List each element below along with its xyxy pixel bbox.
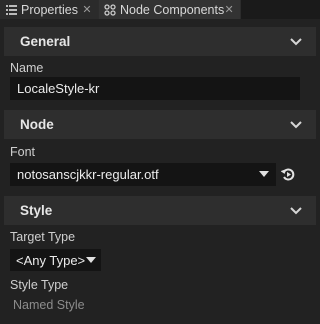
- section-title: General: [20, 34, 71, 49]
- target-type-value: <Any Type>: [16, 252, 86, 268]
- reset-icon[interactable]: [280, 166, 296, 182]
- dropdown-arrow-icon: [259, 171, 269, 177]
- tab-properties[interactable]: Properties ✕: [0, 0, 99, 19]
- close-icon[interactable]: ✕: [224, 4, 234, 15]
- name-value: LocaleStyle-kr: [17, 81, 100, 96]
- section-style-header[interactable]: Style: [4, 196, 316, 225]
- chevron-down-icon: [290, 206, 302, 214]
- target-type-label: Target Type: [10, 230, 76, 244]
- chevron-down-icon: [290, 120, 302, 128]
- target-type-select[interactable]: <Any Type>: [10, 249, 101, 271]
- chevron-down-icon: [290, 37, 302, 45]
- tab-label: Properties: [21, 2, 78, 17]
- section-title: Node: [20, 117, 54, 132]
- section-node-header[interactable]: Node: [4, 110, 316, 139]
- section-general-header[interactable]: General: [4, 27, 316, 56]
- section-title: Style: [20, 203, 53, 218]
- font-select[interactable]: notosanscjkkr-regular.otf: [10, 163, 276, 186]
- node-components-panel: Properties ✕ Node Components ✕ General N…: [0, 0, 320, 324]
- close-icon[interactable]: ✕: [82, 4, 92, 15]
- dropdown-arrow-icon: [86, 256, 96, 263]
- style-type-label: Style Type: [10, 278, 69, 292]
- style-type-value: Named Style: [13, 298, 85, 312]
- name-field[interactable]: LocaleStyle-kr: [10, 77, 300, 100]
- font-value: notosanscjkkr-regular.otf: [17, 167, 159, 182]
- font-label: Font: [10, 145, 36, 159]
- tab-label: Node Components: [120, 2, 225, 17]
- tab-node-components[interactable]: Node Components ✕: [99, 0, 241, 19]
- tab-bar: Properties ✕ Node Components ✕: [0, 0, 320, 19]
- components-icon: [104, 3, 116, 16]
- name-label: Name: [10, 61, 44, 75]
- list-icon: [5, 4, 17, 16]
